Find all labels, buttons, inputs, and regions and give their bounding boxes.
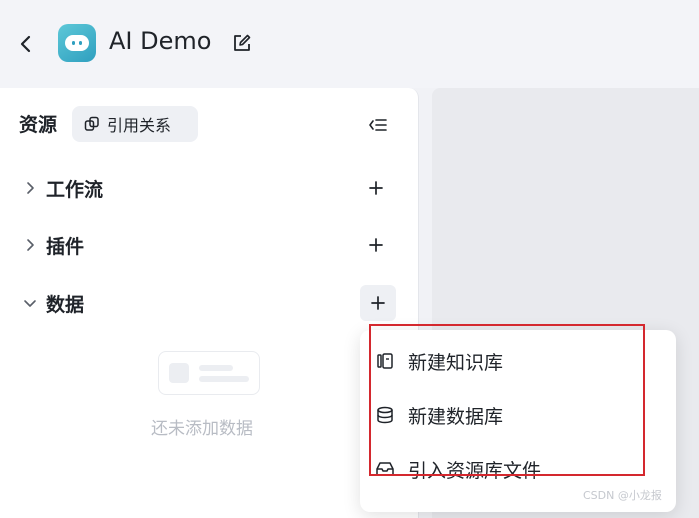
chevron-left-icon: [20, 35, 31, 53]
menu-item-import-library-file[interactable]: 引入资源库文件: [374, 449, 634, 489]
add-workflow-button[interactable]: [362, 174, 390, 202]
section-data[interactable]: 数据: [16, 285, 408, 321]
watermark: CSDN @小龙报: [583, 489, 662, 502]
section-workflow[interactable]: 工作流: [16, 170, 408, 206]
menu-item-label: 引入资源库文件: [408, 459, 542, 482]
back-button[interactable]: [14, 30, 38, 58]
edit-icon: [234, 34, 251, 51]
add-plugin-button[interactable]: [362, 231, 390, 259]
bot-face-icon: [65, 35, 89, 51]
inbox-icon: [374, 458, 396, 480]
database-icon: [374, 404, 396, 426]
section-plugin[interactable]: 插件: [16, 227, 408, 263]
chevron-down-icon: [16, 285, 44, 321]
collapse-panel-button[interactable]: [364, 112, 392, 138]
section-label: 工作流: [46, 178, 104, 201]
empty-state-illustration: [158, 351, 260, 395]
menu-item-new-knowledge-base[interactable]: 新建知识库: [374, 341, 634, 381]
plus-icon: [371, 296, 385, 310]
chevron-right-icon: [16, 170, 44, 206]
empty-state-text: 还未添加数据: [151, 419, 253, 439]
chevron-right-icon: [16, 227, 44, 263]
app-title: AI Demo: [109, 27, 212, 55]
link-copy-icon: [84, 116, 99, 131]
menu-item-new-database[interactable]: 新建数据库: [374, 395, 634, 435]
reference-relation-label: 引用关系: [107, 116, 172, 135]
top-bar: [0, 0, 699, 88]
menu-item-label: 新建数据库: [408, 405, 504, 428]
reference-relation-button[interactable]: 引用关系: [72, 106, 198, 142]
section-label: 数据: [46, 293, 85, 316]
add-data-button[interactable]: [360, 285, 396, 321]
plus-icon: [369, 238, 383, 252]
plus-icon: [369, 181, 383, 195]
edit-button[interactable]: [230, 31, 254, 55]
menu-item-label: 新建知识库: [408, 351, 504, 374]
knowledge-base-icon: [374, 350, 396, 372]
collapse-sidebar-icon: [369, 119, 387, 131]
section-label: 插件: [46, 235, 85, 258]
resource-title: 资源: [19, 114, 58, 136]
app-icon: [58, 24, 96, 62]
